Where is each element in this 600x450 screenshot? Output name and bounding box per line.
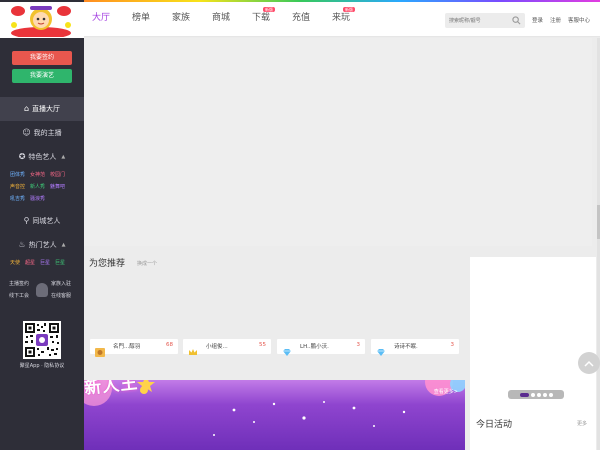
category-link[interactable]: 巨星	[40, 259, 50, 267]
sidebar-bottom-links: 主播签约 线下工会 家族入驻 在线客服	[9, 280, 77, 302]
carousel-dot[interactable]	[536, 392, 541, 397]
logo[interactable]	[0, 2, 84, 38]
carousel-dot[interactable]	[542, 392, 547, 397]
card-count: 55	[259, 342, 266, 348]
new-badge: 新版	[263, 7, 275, 12]
category-link[interactable]: 骚浪秀	[30, 195, 45, 203]
sidebar-item-label: 特色艺人	[28, 153, 57, 161]
carousel-dots	[508, 390, 564, 399]
category-link[interactable]: 魅舞吧	[50, 183, 65, 191]
recommend-card[interactable]: 小组俊... 55	[183, 339, 271, 355]
recommend-title: 为您推荐	[89, 259, 126, 269]
search-box	[445, 13, 525, 28]
mascot-logo-icon	[8, 3, 74, 37]
category-link[interactable]: 声音控	[10, 183, 25, 191]
sidebar-item-featured[interactable]: ✪ 特色艺人 ▲	[0, 145, 84, 169]
tab-3[interactable]: 商城	[212, 2, 230, 37]
register-link[interactable]: 注册	[550, 16, 561, 24]
recommend-change-link[interactable]: 换成一个	[137, 260, 157, 267]
sidebar-item-label: 热门艺人	[28, 241, 57, 249]
sidebar: 我要签约 我要演艺 ⌂ 直播大厅 ☺ 我的主播 ✪ 特色艺人 ▲ 团体秀 女神范校…	[0, 0, 84, 450]
service-center-link[interactable]: 客服中心	[568, 16, 590, 24]
tab-1[interactable]: 榜单	[132, 2, 150, 37]
offline-union-link[interactable]: 线下工会	[9, 292, 29, 299]
carousel-dot[interactable]	[519, 392, 529, 397]
login-link[interactable]: 登录	[532, 16, 543, 24]
diamond-badge-icon	[376, 342, 386, 356]
recommend-card[interactable]: LH..鹏小沃. 3	[277, 339, 365, 356]
new-badge: 新版	[343, 7, 355, 12]
star-user-icon: ✪	[18, 152, 26, 161]
category-link[interactable]: 巨星	[55, 259, 65, 267]
search-input[interactable]	[449, 15, 509, 26]
sidebar-item-label: 同城艺人	[32, 217, 61, 225]
qr-code-icon	[23, 321, 61, 359]
category-link[interactable]: 新人秀	[30, 183, 45, 191]
search-icon[interactable]	[512, 16, 521, 25]
sign-up-button[interactable]: 我要签约	[12, 51, 72, 65]
sidebar-item-label: 我的主播	[33, 129, 62, 137]
user-icon: ☺	[22, 128, 31, 137]
sidebar-item-label: 直播大厅	[32, 105, 61, 113]
support-agent-icon	[36, 283, 48, 297]
top-nav: 大厅榜单家族商城下载新版充值来玩新版 登录 注册 客服中心	[84, 2, 600, 37]
tab-5[interactable]: 充值	[292, 2, 310, 37]
category-link[interactable]: 校园门	[50, 171, 65, 179]
recommend-card[interactable]: 名門...醇羽 68	[90, 339, 178, 357]
location-pin-icon: ⚲	[23, 216, 30, 225]
sidebar-item-hall[interactable]: ⌂ 直播大厅	[0, 97, 84, 121]
diamond-badge-icon	[282, 342, 292, 356]
today-activity-title: 今日活动	[476, 420, 513, 430]
chevron-up-icon	[584, 360, 594, 367]
category-link[interactable]: 吼吉秀	[10, 195, 25, 203]
category-link[interactable]: 天使	[10, 259, 20, 267]
banner-decoration-icon	[84, 380, 465, 436]
card-name: LH..鹏小沃.	[300, 344, 329, 350]
perform-button[interactable]: 我要演艺	[12, 69, 72, 83]
banner-more-link[interactable]: 查看更多>	[434, 388, 458, 395]
hot-category-list: 天使 超星 巨星 巨星	[10, 259, 80, 267]
family-join-link[interactable]: 家族入驻	[51, 280, 71, 287]
qr-caption[interactable]: 聚星App · 隐私协议	[0, 362, 84, 369]
category-link[interactable]: 超星	[25, 259, 35, 267]
sidebar-item-hot[interactable]: ♨ 热门艺人 ▲	[0, 233, 84, 257]
tab-0[interactable]: 大厅	[92, 2, 110, 37]
host-sign-link[interactable]: 主播签约	[9, 280, 29, 287]
card-name: 诗诗不眠.	[394, 344, 418, 350]
home-icon: ⌂	[23, 104, 30, 113]
flame-icon: ♨	[18, 240, 26, 249]
card-count: 68	[166, 342, 173, 348]
carousel-dot[interactable]	[548, 392, 553, 397]
sidebar-item-local[interactable]: ⚲ 同城艺人	[0, 209, 84, 233]
category-link[interactable]: 团体秀	[10, 171, 25, 179]
carousel-dot[interactable]	[530, 392, 535, 397]
chevron-up-icon: ▲	[61, 154, 66, 160]
card-count: 3	[356, 342, 361, 348]
recommend-card[interactable]: 诗诗不眠. 3	[371, 339, 459, 356]
live-player-area[interactable]	[84, 38, 592, 246]
chevron-up-icon: ▲	[61, 242, 66, 248]
new-star-banner[interactable]: 新人王 查看更多>	[84, 380, 465, 450]
card-count: 3	[450, 342, 455, 348]
crown-badge-icon	[188, 342, 198, 355]
lion-badge-icon	[95, 342, 105, 357]
sidebar-item-my-hosts[interactable]: ☺ 我的主播	[0, 121, 84, 145]
category-link[interactable]: 女神范	[30, 171, 45, 179]
featured-category-list: 团体秀 女神范 校园门声音控 新人秀 魅舞吧吼吉秀 骚浪秀	[10, 171, 80, 203]
scroll-to-top-button[interactable]	[578, 352, 600, 374]
online-service-link[interactable]: 在线客服	[51, 292, 71, 299]
today-activity-more-link[interactable]: 更多	[577, 420, 587, 427]
card-name: 名門...醇羽	[113, 344, 141, 350]
card-name: 小组俊...	[206, 344, 228, 350]
tab-2[interactable]: 家族	[172, 2, 190, 37]
